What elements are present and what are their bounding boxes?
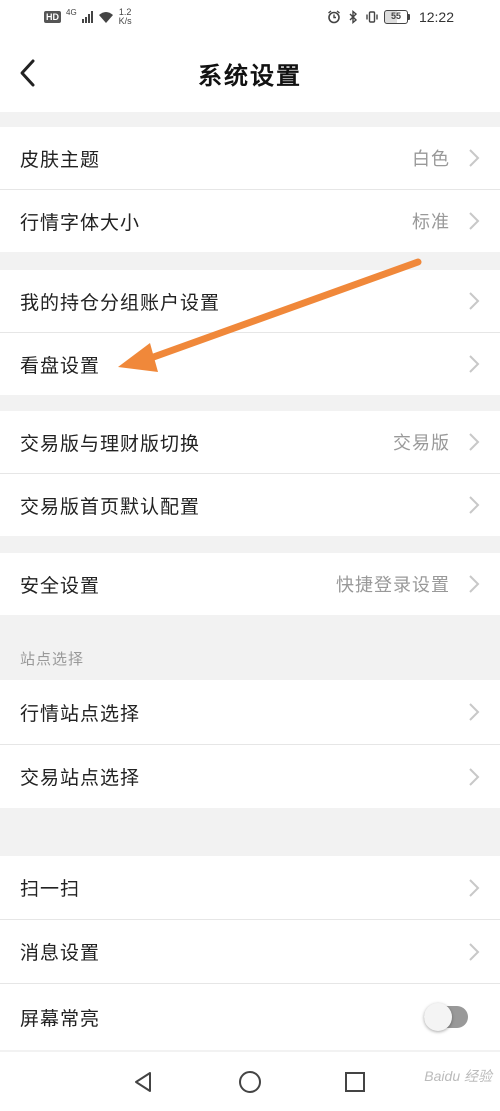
row-label: 消息设置 xyxy=(20,942,101,964)
toggle-knob xyxy=(424,1003,452,1031)
row-label: 我的持仓分组账户设置 xyxy=(20,291,221,314)
row-value: 标准 xyxy=(412,212,450,233)
section-title-site: 站点选择 xyxy=(20,650,85,668)
status-left: HD 4G 1.2 K/s xyxy=(44,8,132,26)
row-position-group[interactable]: 我的持仓分组账户设置 xyxy=(0,270,500,332)
row-font-size[interactable]: 行情字体大小 标准 xyxy=(0,190,500,252)
row-quote-site[interactable]: 行情站点选择 xyxy=(0,680,500,744)
row-scan[interactable]: 扫一扫 xyxy=(0,856,500,919)
row-skin-theme[interactable]: 皮肤主题 白色 xyxy=(0,127,500,189)
watermark: Baidu 经验 xyxy=(424,1068,492,1084)
screen-on-toggle[interactable] xyxy=(424,1003,468,1031)
vibrate-icon xyxy=(366,11,378,23)
row-label: 屏幕常亮 xyxy=(20,1007,101,1030)
circle-home-icon[interactable] xyxy=(238,1070,262,1094)
row-label: 交易版与理财版切换 xyxy=(20,432,201,455)
row-label: 行情站点选择 xyxy=(20,702,141,725)
clock: 12:22 xyxy=(418,9,454,25)
row-label: 交易站点选择 xyxy=(20,767,141,789)
chevron-right-icon xyxy=(469,878,480,897)
row-label: 行情字体大小 xyxy=(20,211,141,234)
row-view-settings[interactable]: 看盘设置 xyxy=(0,333,500,395)
status-right: 55 12:22 xyxy=(327,9,454,25)
battery-level: 55 xyxy=(383,10,408,24)
row-value: 快捷登录设置 xyxy=(336,575,450,596)
chevron-right-icon xyxy=(469,703,480,721)
chevron-right-icon xyxy=(469,292,480,310)
row-label: 交易版首页默认配置 xyxy=(20,495,201,518)
network-type: 4G xyxy=(66,7,77,17)
chevron-right-icon xyxy=(469,212,480,230)
chevron-right-icon xyxy=(469,496,480,514)
chevron-right-icon xyxy=(469,355,480,373)
row-value: 交易版 xyxy=(393,433,450,454)
signal-icon xyxy=(81,11,93,23)
page-title: 系统设置 xyxy=(198,62,302,90)
row-home-default[interactable]: 交易版首页默认配置 xyxy=(0,474,500,536)
speed-unit: K/s xyxy=(118,16,132,26)
row-label: 安全设置 xyxy=(20,574,101,597)
network-speed: 1.2 K/s xyxy=(119,8,132,26)
chevron-right-icon xyxy=(469,433,480,451)
chevron-right-icon xyxy=(469,575,480,593)
row-message-settings[interactable]: 消息设置 xyxy=(0,920,500,983)
row-value: 白色 xyxy=(412,149,450,170)
page-header: 系统设置 xyxy=(0,34,500,112)
chevron-right-icon xyxy=(469,767,480,786)
row-label: 皮肤主题 xyxy=(20,148,101,171)
row-security[interactable]: 安全设置 快捷登录设置 xyxy=(0,553,500,615)
row-trade-site[interactable]: 交易站点选择 xyxy=(0,745,500,808)
hd-badge: HD xyxy=(44,11,61,23)
row-label: 看盘设置 xyxy=(20,354,101,377)
battery-icon: 55 xyxy=(383,10,410,24)
status-bar: HD 4G 1.2 K/s 55 12:22 xyxy=(0,0,500,34)
row-edition-switch[interactable]: 交易版与理财版切换 交易版 xyxy=(0,411,500,473)
chevron-right-icon xyxy=(469,942,480,961)
alarm-icon xyxy=(328,10,340,24)
row-label: 扫一扫 xyxy=(20,878,81,900)
chevron-right-icon xyxy=(469,149,480,167)
square-recents-icon[interactable] xyxy=(343,1070,367,1094)
row-screen-on: 屏幕常亮 xyxy=(0,984,500,1050)
wifi-icon xyxy=(98,11,113,23)
bluetooth-icon xyxy=(349,10,357,24)
triangle-back-icon[interactable] xyxy=(131,1070,155,1094)
